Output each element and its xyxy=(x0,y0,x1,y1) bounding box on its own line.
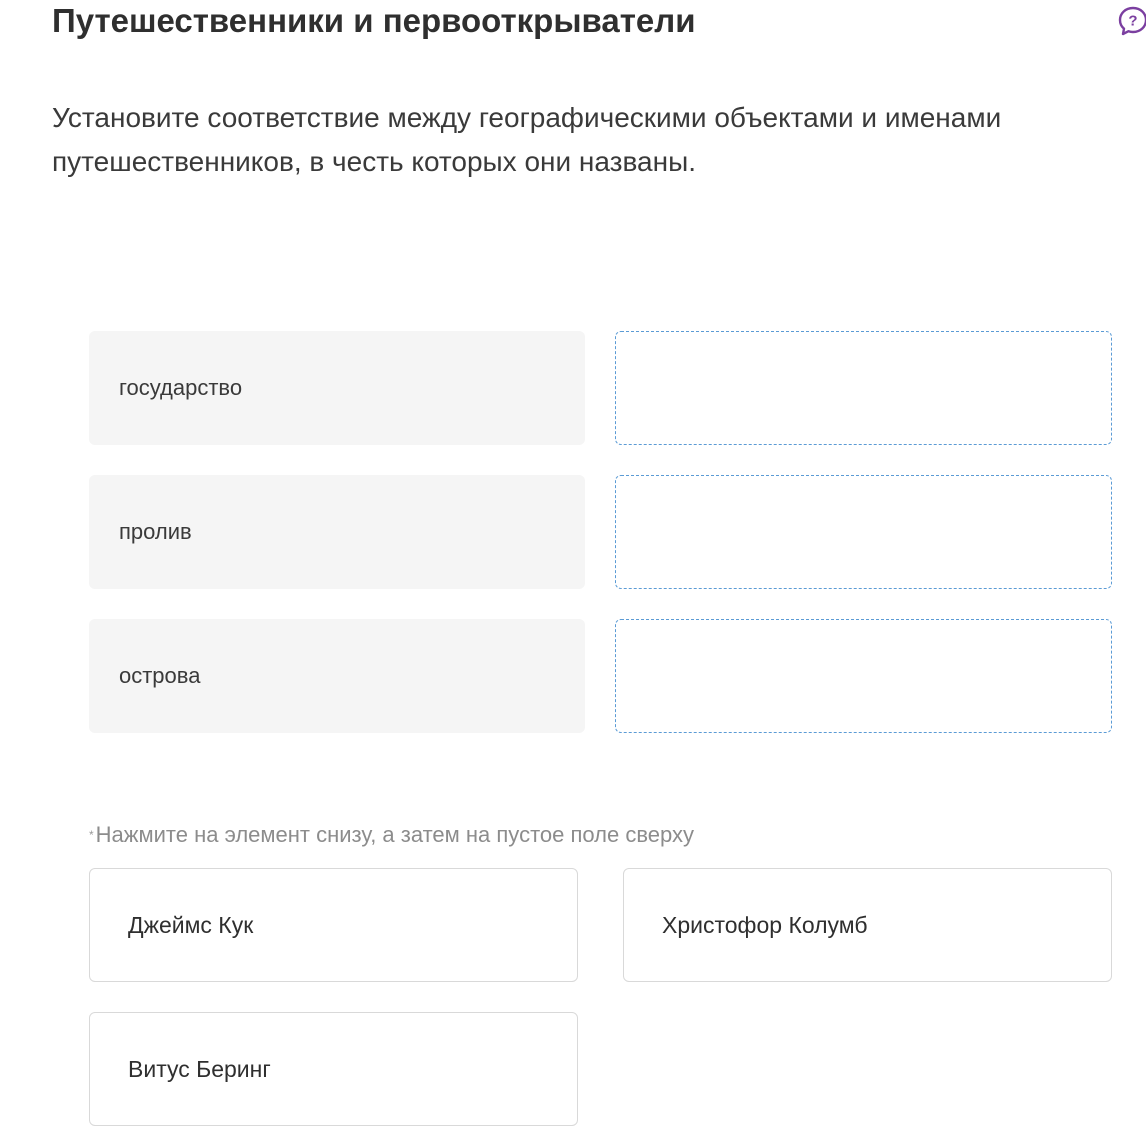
option-label: Христофор Колумб xyxy=(662,911,868,938)
match-item-label: пролив xyxy=(119,519,192,544)
match-item-1: государство xyxy=(89,331,585,445)
match-item-label: государство xyxy=(119,375,243,400)
hint-label: Нажмите на элемент снизу, а затем на пус… xyxy=(95,822,694,847)
page-title: Путешественники и первооткрыватели xyxy=(52,2,696,39)
help-button[interactable]: ? xyxy=(1118,6,1146,36)
task-instruction: Установите соответствие между географиче… xyxy=(52,102,1002,177)
option-label: Витус Беринг xyxy=(128,1055,271,1082)
match-item-3: острова xyxy=(89,619,585,733)
svg-text:?: ? xyxy=(1128,13,1137,30)
hint-asterisk: * xyxy=(89,828,94,842)
option-james-cook[interactable]: Джеймс Кук xyxy=(89,868,578,982)
option-label: Джеймс Кук xyxy=(128,911,254,938)
match-item-2: пролив xyxy=(89,475,585,589)
drop-zone-3[interactable] xyxy=(615,619,1112,733)
question-bubble-icon: ? xyxy=(1118,6,1146,36)
option-christopher-columbus[interactable]: Христофор Колумб xyxy=(623,868,1112,982)
option-vitus-bering[interactable]: Витус Беринг xyxy=(89,1012,578,1126)
hint-text: *Нажмите на элемент снизу, а затем на пу… xyxy=(89,820,694,850)
drop-zone-2[interactable] xyxy=(615,475,1112,589)
drop-zone-1[interactable] xyxy=(615,331,1112,445)
match-item-label: острова xyxy=(119,663,201,688)
